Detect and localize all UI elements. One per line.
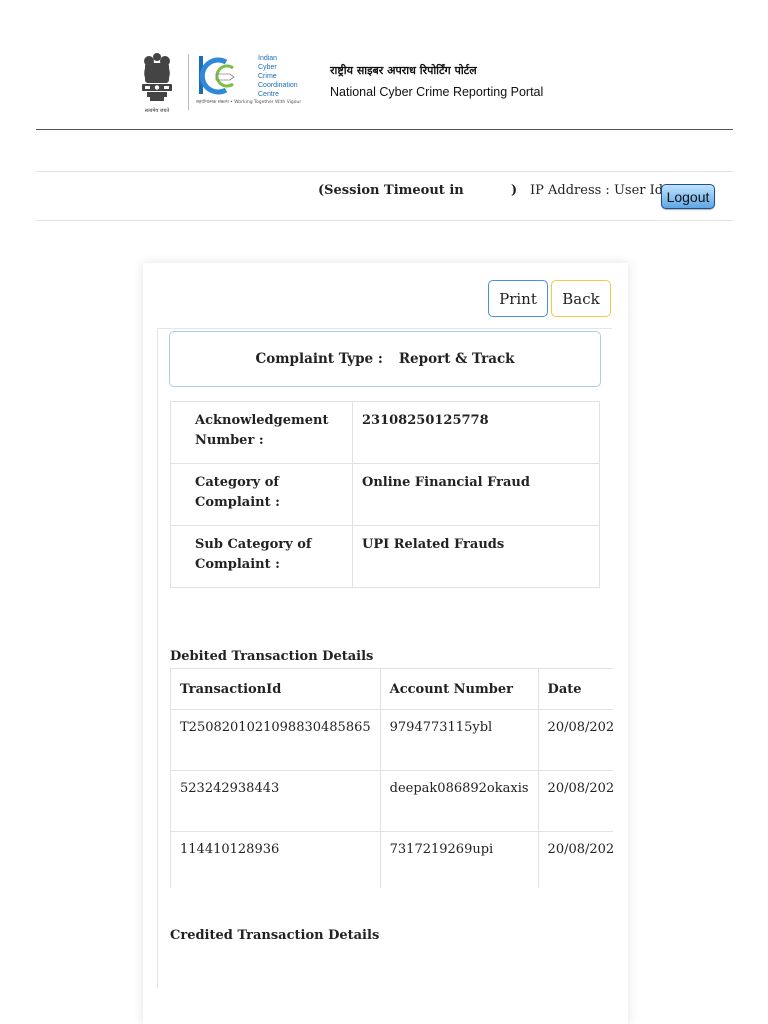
detail-row: Sub Category of Complaint : UPI Related … (170, 525, 600, 588)
ip-user-label: IP Address : User Id: (530, 183, 668, 198)
site-header: सत्यमेव जयते Indian Cyber Crime Coordina… (0, 0, 768, 130)
debited-table-scroll[interactable]: TransactionId Account Number Date A T250… (170, 668, 613, 888)
column-header: Date (537, 668, 613, 710)
table-cell: 20/08/2025 (537, 709, 613, 771)
logo-line-coordination: Coordination (258, 82, 298, 89)
table-cell: 114410128936 (170, 831, 381, 888)
logo-tagline: सहयोगात्मक संकल्प • Working Together Wit… (196, 100, 302, 105)
session-timeout-close: ) (511, 183, 518, 198)
complaint-type-label: Complaint Type : (255, 351, 383, 367)
logo-line-indian: Indian (258, 55, 277, 62)
portal-title-english: National Cyber Crime Reporting Portal (330, 85, 544, 99)
table-header-row: TransactionId Account Number Date A (170, 668, 613, 710)
session-timeout-label: (Session Timeout in (318, 183, 464, 198)
portal-title-hindi: राष्ट्रीय साइबर अपराध रिपोर्टिंग पोर्टल (330, 64, 477, 77)
national-emblem-icon: सत्यमेव जयते (142, 53, 172, 114)
table-cell: 523242938443 (170, 770, 381, 832)
table-cell: T2508201021098830485865 (170, 709, 381, 771)
inner-panel-top-border (157, 328, 612, 329)
table-cell: 9794773115ybl (379, 709, 539, 771)
table-cell: 20/08/2025 (537, 831, 613, 888)
logo-line-cyber: Cyber (258, 64, 277, 71)
table-cell: deepak086892okaxis (379, 770, 539, 832)
detail-label: Sub Category of Complaint : (170, 525, 353, 588)
debited-section-title: Debited Transaction Details (170, 649, 374, 664)
table-row: 114410128936 7317219269upi 20/08/2025 5 (170, 831, 613, 888)
detail-label: Acknowledgement Number : (170, 401, 353, 464)
column-header: Account Number (379, 668, 539, 710)
complaint-details-table: Acknowledgement Number : 23108250125778 … (170, 401, 600, 588)
column-header: TransactionId (170, 668, 381, 710)
detail-label: Category of Complaint : (170, 463, 353, 526)
back-button[interactable]: Back (551, 280, 611, 317)
emblem-motto: सत्यमेव जयते (145, 107, 170, 114)
table-cell: 20/08/2025 (537, 770, 613, 832)
detail-row: Category of Complaint : Online Financial… (170, 463, 600, 526)
debited-transactions-table: TransactionId Account Number Date A T250… (170, 668, 613, 888)
detail-value: Online Financial Fraud (352, 463, 600, 526)
table-cell: 7317219269upi (379, 831, 539, 888)
logout-button[interactable]: Logout (661, 184, 715, 209)
credited-section-title: Credited Transaction Details (170, 928, 380, 943)
logo-divider (188, 54, 189, 110)
logo-line-centre: Centre (258, 91, 279, 98)
logo-line-crime: Crime (258, 73, 277, 80)
detail-row: Acknowledgement Number : 23108250125778 (170, 401, 600, 464)
print-button[interactable]: Print (488, 280, 548, 317)
complaint-type-value: Report & Track (398, 351, 515, 367)
table-row: 523242938443 deepak086892okaxis 20/08/20… (170, 770, 613, 832)
header-divider (36, 129, 733, 130)
inner-panel-left-border (157, 328, 158, 988)
complaint-type-box: Complaint Type : Report & Track (169, 331, 601, 387)
detail-value: UPI Related Frauds (352, 525, 600, 588)
detail-value: 23108250125778 (352, 401, 600, 464)
table-row: T2508201021098830485865 9794773115ybl 20… (170, 709, 613, 771)
